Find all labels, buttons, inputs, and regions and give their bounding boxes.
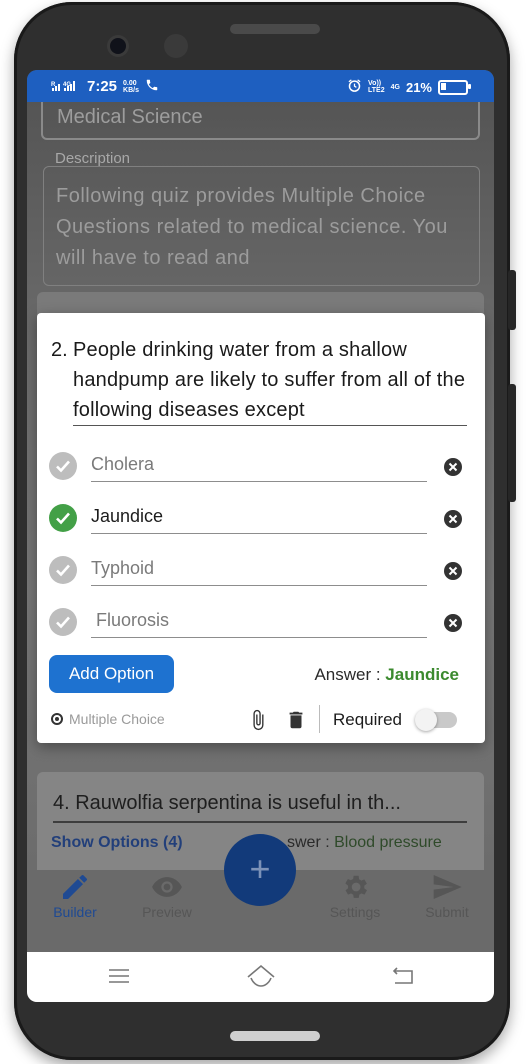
option-input[interactable]: Typhoid — [91, 558, 427, 586]
answer-value: Jaundice — [385, 665, 459, 684]
nav-settings[interactable]: Settings — [315, 870, 395, 920]
front-camera — [110, 38, 126, 54]
question-edit-dialog: 2. People drinking water from a shallow … — [37, 313, 485, 743]
question-footer: Multiple Choice Required — [51, 705, 471, 735]
answer-value: Blood pressure — [334, 834, 442, 851]
option-row: Typhoid — [49, 553, 469, 589]
volume-button — [508, 270, 516, 330]
option-input[interactable]: Cholera — [91, 454, 427, 482]
question-4-answer: swer : Blood pressure — [287, 834, 442, 852]
quiz-title-field: Medical Science — [41, 102, 480, 140]
attachment-icon[interactable] — [247, 707, 269, 738]
system-navigation-bar — [27, 952, 494, 1002]
power-button — [508, 384, 516, 502]
description-field: Following quiz provides Multiple Choice … — [43, 166, 480, 286]
alarm-icon — [347, 78, 362, 96]
app-screen: Medical Science Description Following qu… — [27, 70, 494, 1002]
required-toggle[interactable] — [415, 709, 457, 731]
send-icon — [433, 875, 462, 899]
nav-builder-label: Builder — [53, 904, 97, 920]
net-speed: 0.00 KB/s — [123, 79, 139, 94]
back-icon[interactable] — [391, 964, 417, 993]
option-row: Fluorosis — [49, 605, 469, 641]
option-input[interactable]: Jaundice — [91, 506, 427, 534]
network-type: 4G — [390, 83, 400, 91]
answer-label: Answer : — [314, 665, 386, 684]
battery-icon — [438, 79, 471, 95]
eye-icon — [152, 877, 182, 897]
question-text-field[interactable]: People drinking water from a shallow han… — [73, 335, 469, 425]
signal-icon: R 4G — [51, 80, 81, 94]
clock: 7:25 — [87, 78, 118, 95]
description-label: Description — [55, 150, 131, 167]
status-bar: R 4G 7:25 0.00 KB/s Vo)) LTE2 4G 21% — [27, 70, 494, 102]
show-options-link: Show Options (4) — [51, 834, 183, 851]
question-type-label: Multiple Choice — [69, 711, 165, 727]
answer-display: Answer : Jaundice — [314, 665, 459, 685]
option-row: Jaundice — [49, 501, 469, 537]
proximity-sensor — [164, 34, 188, 58]
home-indicator — [230, 1031, 320, 1041]
nav-preview[interactable]: Preview — [127, 870, 207, 920]
nav-preview-label: Preview — [142, 904, 192, 920]
nav-submit-label: Submit — [425, 904, 469, 920]
nav-settings-label: Settings — [329, 904, 381, 920]
remove-option-icon[interactable] — [443, 457, 463, 477]
remove-option-icon[interactable] — [443, 613, 463, 633]
earpiece-speaker — [230, 24, 320, 34]
volte-indicator: Vo)) LTE2 — [368, 80, 385, 94]
check-icon[interactable] — [49, 556, 77, 584]
remove-option-icon[interactable] — [443, 561, 463, 581]
check-icon[interactable] — [49, 608, 77, 636]
add-question-fab[interactable]: + — [224, 834, 296, 906]
radio-icon — [51, 713, 63, 725]
answer-label: swer : — [287, 834, 335, 851]
question-4-text: 4. Rauwolfia serpentina is useful in th.… — [53, 792, 467, 823]
nav-submit[interactable]: Submit — [407, 870, 487, 920]
remove-option-icon[interactable] — [443, 509, 463, 529]
question-underline — [73, 425, 467, 426]
option-input[interactable]: Fluorosis — [91, 610, 427, 638]
pencil-icon — [63, 875, 87, 899]
check-icon[interactable] — [49, 504, 77, 532]
home-icon[interactable] — [245, 962, 277, 995]
question-number: 2. — [51, 339, 68, 361]
option-row: Cholera — [49, 449, 469, 485]
gear-icon — [345, 875, 367, 898]
menu-icon[interactable] — [107, 964, 131, 993]
add-option-button[interactable]: Add Option — [49, 655, 174, 693]
divider — [319, 705, 320, 733]
toggle-knob — [415, 709, 437, 731]
question-type-selector[interactable]: Multiple Choice — [51, 711, 165, 727]
phone-icon — [145, 78, 159, 95]
battery-percent: 21% — [405, 79, 432, 95]
required-label: Required — [333, 710, 402, 729]
delete-icon[interactable] — [285, 707, 307, 738]
check-icon[interactable] — [49, 452, 77, 480]
nav-builder[interactable]: Builder — [35, 870, 115, 920]
